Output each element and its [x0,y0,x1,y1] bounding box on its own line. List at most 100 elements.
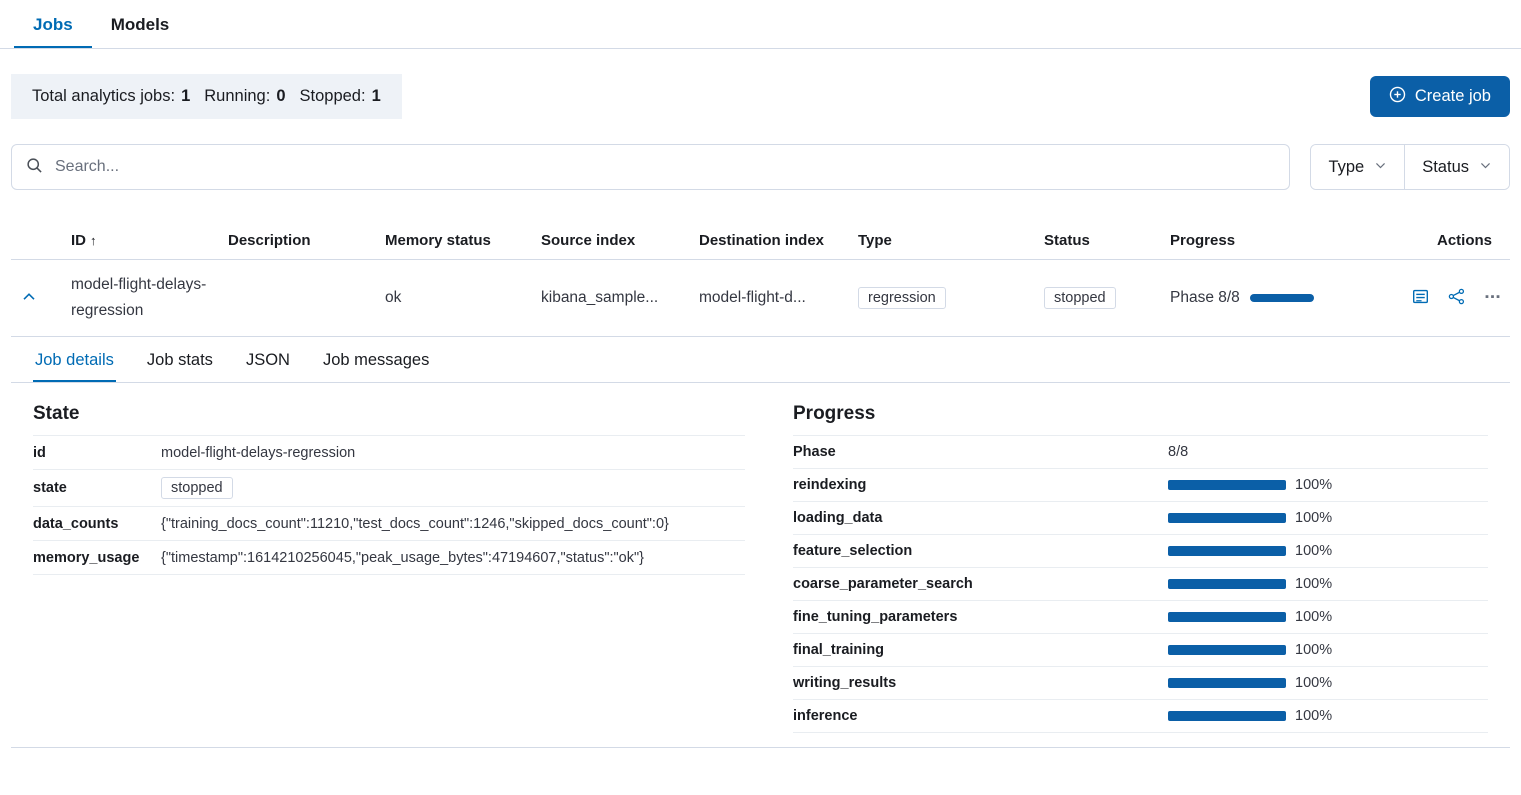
progress-item-bar [1168,645,1286,655]
progress-section-title: Progress [793,403,1488,425]
progress-item-bar [1168,678,1286,688]
tab-models[interactable]: Models [92,0,189,48]
running-jobs-label: Running: [204,87,270,106]
progress-item-bar-fill [1168,678,1286,688]
state-row-data-counts: data_counts {"training_docs_count":11210… [33,507,745,541]
col-type[interactable]: Type [850,222,1036,260]
state-row-label: data_counts [33,516,161,532]
tab-job-stats[interactable]: Job stats [145,337,215,382]
progress-item-label: final_training [793,642,1168,658]
progress-item-label: inference [793,708,1168,724]
progress-phase-bar-row: reindexing 100% [793,469,1488,502]
search-row: Type Status [11,144,1510,190]
row-actions-button[interactable] [1482,286,1503,307]
state-row-label: memory_usage [33,550,161,566]
type-filter-label: Type [1328,158,1364,177]
progress-item-value: 100% [1295,642,1332,658]
chevron-up-icon [21,293,37,308]
progress-item-label: fine_tuning_parameters [793,609,1168,625]
job-actions-cell [1402,260,1510,337]
job-memory-status-cell: ok [377,260,533,337]
progress-item-bar-fill [1168,579,1286,589]
col-destination-index[interactable]: Destination index [691,222,850,260]
col-memory-status[interactable]: Memory status [377,222,533,260]
progress-phase-bar-row: coarse_parameter_search 100% [793,568,1488,601]
progress-item-value: 100% [1295,576,1332,592]
state-rows: id model-flight-delays-regression state … [33,435,745,575]
job-id-cell: model-flight-delays-regression [63,260,220,337]
progress-item-bar-fill [1168,513,1286,523]
expand-column-header [11,222,63,260]
type-filter-button[interactable]: Type [1311,145,1404,189]
progress-item-value: 100% [1295,609,1332,625]
chevron-down-icon [1479,158,1492,177]
job-status-cell: stopped [1036,260,1162,337]
progress-item-bar-fill [1168,711,1286,721]
row-progress-bar-fill [1250,294,1314,302]
job-table-row: model-flight-delays-regression ok kibana… [11,260,1510,337]
create-job-label: Create job [1415,87,1491,106]
table-header-row: ID ↑ Description Memory status Source ind… [11,222,1510,260]
job-details-content: State id model-flight-delays-regression … [11,383,1510,747]
col-status[interactable]: Status [1036,222,1162,260]
tab-job-messages[interactable]: Job messages [321,337,431,382]
tab-job-details[interactable]: Job details [33,337,116,382]
detail-tabs: Job details Job stats JSON Job messages [11,337,1510,383]
jobs-table: ID ↑ Description Memory status Source ind… [11,222,1510,337]
job-detail-panel: Job details Job stats JSON Job messages … [11,337,1510,748]
progress-item-bar [1168,513,1286,523]
analytics-map-icon [1448,293,1465,308]
job-progress-cell: Phase 8/8 [1162,260,1402,337]
total-jobs-value: 1 [181,87,190,106]
search-box [11,144,1290,190]
create-job-button[interactable]: Create job [1370,76,1510,117]
state-row-value: model-flight-delays-regression [161,445,355,461]
progress-item-label: coarse_parameter_search [793,576,1168,592]
progress-item-bar [1168,480,1286,490]
main-tabbar: Jobs Models [0,0,1521,49]
progress-phase-bar-row: inference 100% [793,700,1488,733]
col-description[interactable]: Description [220,222,377,260]
tab-json[interactable]: JSON [244,337,292,382]
collapse-row-button[interactable] [19,287,39,307]
progress-item-bar-fill [1168,612,1286,622]
view-analytics-map-button[interactable] [1446,286,1467,307]
col-id[interactable]: ID ↑ [63,222,220,260]
col-progress[interactable]: Progress [1162,222,1402,260]
total-jobs-label: Total analytics jobs: [32,87,175,106]
ellipsis-icon [1484,293,1501,308]
status-filter-button[interactable]: Status [1404,145,1509,189]
tab-jobs[interactable]: Jobs [14,0,92,48]
summary-row: Total analytics jobs: 1 Running: 0 Stopp… [11,74,1510,119]
search-icon [26,157,43,178]
progress-item-bar-fill [1168,645,1286,655]
progress-rows: Phase 8/8 reindexing 100% loading_data 1… [793,435,1488,733]
progress-section: Progress Phase 8/8 reindexing 100% loadi… [793,403,1488,733]
stopped-jobs-label: Stopped: [300,87,366,106]
view-job-results-button[interactable] [1410,286,1431,307]
row-progress-bar [1250,294,1314,302]
progress-item-value: 100% [1295,708,1332,724]
col-id-label: ID [71,232,86,249]
state-section-title: State [33,403,745,425]
col-actions: Actions [1402,222,1510,260]
state-row-value: {"timestamp":1614210256045,"peak_usage_b… [161,550,644,566]
col-source-index[interactable]: Source index [533,222,691,260]
plus-in-circle-icon [1389,86,1406,108]
job-source-index-cell: kibana_sample... [533,260,691,337]
status-badge: stopped [1044,287,1116,309]
progress-item-value: 100% [1295,477,1332,493]
progress-phase-bar-row: final_training 100% [793,634,1488,667]
state-row-label: state [33,480,161,496]
state-row-id: id model-flight-delays-regression [33,436,745,470]
running-jobs-value: 0 [276,87,285,106]
page-content: Total analytics jobs: 1 Running: 0 Stopp… [0,74,1521,748]
progress-item-value: 100% [1295,675,1332,691]
filter-group: Type Status [1310,144,1510,190]
search-input[interactable] [55,158,1275,176]
progress-item-bar [1168,612,1286,622]
progress-item-value: 100% [1295,543,1332,559]
state-row-value: {"training_docs_count":11210,"test_docs_… [161,516,669,532]
progress-phase-value: 8/8 [1168,444,1188,460]
sort-ascending-icon: ↑ [90,233,97,248]
